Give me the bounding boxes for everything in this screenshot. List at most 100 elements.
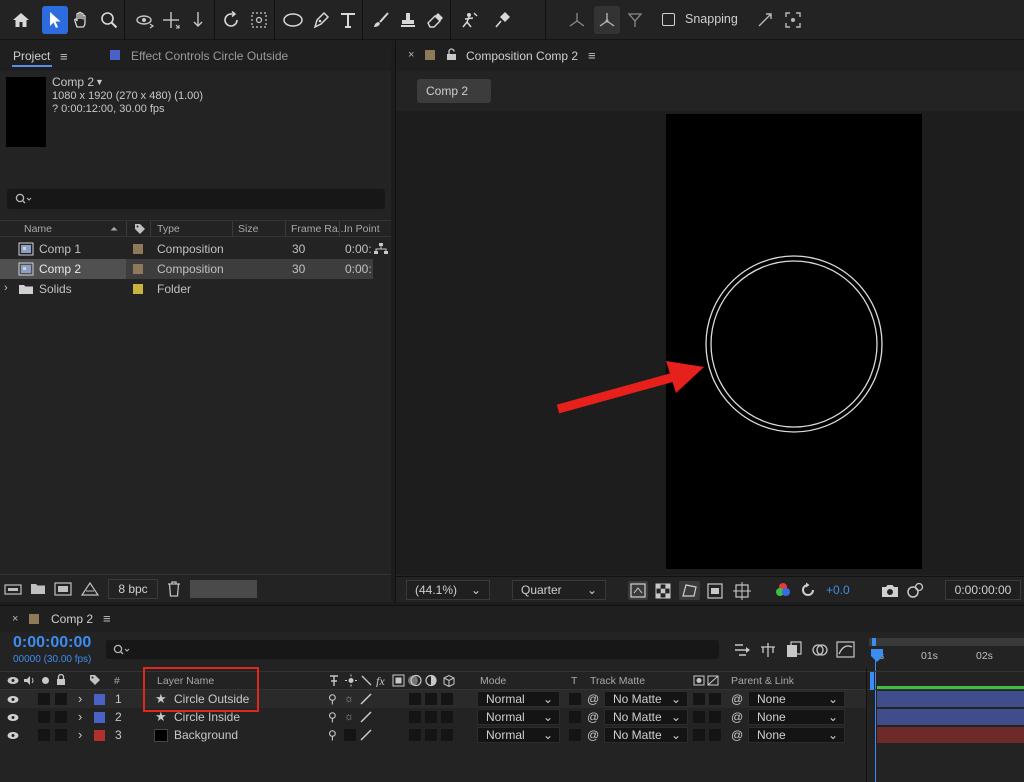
lock-switch[interactable] bbox=[55, 711, 67, 723]
snapshot-camera-icon[interactable] bbox=[881, 583, 899, 598]
lock-switch[interactable] bbox=[55, 729, 67, 741]
dropdown-triangle-icon[interactable]: ▼ bbox=[95, 77, 104, 87]
time-ruler[interactable]: 0s 01s 02s bbox=[869, 636, 1024, 676]
frame-blending-icon[interactable] bbox=[786, 641, 802, 659]
playhead-icon[interactable] bbox=[871, 649, 883, 663]
column-preserve-transparency[interactable]: T bbox=[571, 672, 577, 690]
motion-blur-switch[interactable] bbox=[425, 711, 437, 723]
magnification-dropdown[interactable]: (44.1%) ⌄ bbox=[406, 580, 490, 600]
parent-dropdown[interactable]: None ⌄ bbox=[748, 727, 845, 743]
pan-camera-icon[interactable] bbox=[158, 6, 184, 34]
reset-exposure-icon[interactable] bbox=[800, 582, 816, 598]
new-composition-icon[interactable] bbox=[54, 582, 72, 596]
expand-chevron-icon[interactable]: › bbox=[78, 708, 82, 726]
snap-features-icon[interactable] bbox=[780, 6, 806, 34]
composition-mini-flowchart-icon[interactable] bbox=[734, 642, 752, 658]
project-item-solids[interactable]: › Solids Folder bbox=[0, 279, 373, 299]
column-layer-number[interactable]: # bbox=[114, 672, 120, 690]
unlock-icon[interactable] bbox=[446, 48, 458, 61]
snapping-checkbox[interactable] bbox=[662, 12, 675, 26]
puppet-pin-tool-icon[interactable] bbox=[489, 6, 515, 34]
panel-menu-icon[interactable]: ≡ bbox=[103, 611, 111, 626]
ellipse-tool-icon[interactable] bbox=[280, 6, 306, 34]
layer-name[interactable]: Circle Inside bbox=[174, 708, 240, 726]
trash-icon[interactable] bbox=[167, 581, 181, 597]
pan-behind-tool-icon[interactable] bbox=[246, 6, 272, 34]
label-color-swatch[interactable] bbox=[94, 730, 105, 741]
matte-alpha-switch[interactable] bbox=[693, 729, 705, 741]
brush-tool-icon[interactable] bbox=[368, 6, 394, 34]
matte-invert-switch[interactable] bbox=[709, 693, 721, 705]
adjustment-layer-switch[interactable] bbox=[441, 693, 453, 705]
matte-invert-switch[interactable] bbox=[709, 729, 721, 741]
show-channel-icon[interactable] bbox=[775, 582, 791, 598]
grid-guides-icon[interactable] bbox=[733, 582, 751, 600]
panel-menu-icon[interactable]: ≡ bbox=[60, 49, 68, 64]
track-matte-dropdown[interactable]: No Matte ⌄ bbox=[604, 709, 688, 725]
circle-inside-shape[interactable] bbox=[710, 260, 878, 428]
label-color-swatch[interactable] bbox=[133, 284, 143, 294]
local-axis-mode-icon[interactable] bbox=[564, 6, 590, 34]
timeline-tab[interactable]: Comp 2 bbox=[51, 612, 93, 626]
solo-switch[interactable] bbox=[38, 693, 50, 705]
breadcrumb-comp-2[interactable]: Comp 2 bbox=[417, 79, 491, 103]
adjustment-layer-switch[interactable] bbox=[441, 729, 453, 741]
pick-whip-icon[interactable]: @ bbox=[587, 726, 599, 744]
color-depth-button[interactable]: 8 bpc bbox=[108, 579, 158, 599]
motion-blur-icon[interactable] bbox=[811, 641, 829, 659]
frame-blend-switch[interactable] bbox=[409, 729, 421, 741]
orbit-camera-icon[interactable] bbox=[132, 6, 158, 34]
blend-mode-dropdown[interactable]: Normal ⌄ bbox=[477, 727, 560, 743]
frame-blend-switch[interactable] bbox=[409, 711, 421, 723]
circle-outside-shape[interactable] bbox=[705, 255, 883, 433]
label-color-swatch[interactable] bbox=[133, 244, 143, 254]
timeline-search-input[interactable] bbox=[106, 640, 719, 659]
draft-3d-icon[interactable] bbox=[759, 641, 777, 659]
column-mode[interactable]: Mode bbox=[480, 672, 506, 690]
label-column-icon[interactable] bbox=[134, 223, 146, 235]
close-tab-icon[interactable]: × bbox=[12, 613, 18, 625]
exposure-value[interactable]: +0.0 bbox=[826, 583, 850, 597]
adjustment-layer-switch[interactable] bbox=[441, 711, 453, 723]
lock-switch[interactable] bbox=[55, 693, 67, 705]
parent-dropdown[interactable]: None ⌄ bbox=[748, 691, 845, 707]
label-color-swatch[interactable] bbox=[133, 264, 143, 274]
matte-invert-switch[interactable] bbox=[709, 711, 721, 723]
expand-chevron-icon[interactable]: › bbox=[78, 690, 82, 708]
quality-switch-icon[interactable] bbox=[360, 711, 372, 723]
parent-dropdown[interactable]: None ⌄ bbox=[748, 709, 845, 725]
interpret-footage-icon[interactable] bbox=[4, 583, 22, 595]
work-area-start-handle[interactable] bbox=[872, 638, 876, 646]
preserve-transparency-switch[interactable] bbox=[569, 693, 581, 705]
column-parent-link[interactable]: Parent & Link bbox=[731, 672, 794, 690]
track-matte-dropdown[interactable]: No Matte ⌄ bbox=[604, 691, 688, 707]
shy-switch-icon[interactable]: ⚲ bbox=[328, 708, 337, 726]
quality-switch-icon[interactable] bbox=[360, 729, 372, 741]
flowchart-icon[interactable] bbox=[374, 243, 388, 255]
blend-mode-dropdown[interactable]: Normal ⌄ bbox=[477, 691, 560, 707]
snapping-toggle[interactable]: Snapping bbox=[662, 12, 738, 26]
frame-blend-switch[interactable] bbox=[409, 693, 421, 705]
world-axis-mode-icon[interactable] bbox=[594, 6, 620, 34]
fast-previews-button[interactable] bbox=[628, 581, 648, 600]
region-of-interest-icon[interactable] bbox=[707, 583, 723, 599]
composition-tab[interactable]: Composition Comp 2 bbox=[466, 49, 578, 63]
work-area-bar[interactable] bbox=[869, 638, 1024, 646]
pen-tool-icon[interactable] bbox=[308, 6, 334, 34]
parent-pick-whip-icon[interactable]: @ bbox=[731, 708, 743, 726]
mask-visibility-button[interactable] bbox=[679, 581, 700, 600]
effect-controls-tab[interactable]: Effect Controls Circle Outside bbox=[131, 49, 288, 63]
roto-brush-tool-icon[interactable] bbox=[456, 6, 482, 34]
solo-switch[interactable] bbox=[38, 711, 50, 723]
collapse-switch[interactable] bbox=[344, 729, 356, 741]
eye-icon[interactable] bbox=[7, 713, 19, 722]
parent-pick-whip-icon[interactable]: @ bbox=[731, 690, 743, 708]
quality-switch-icon[interactable] bbox=[360, 693, 372, 705]
motion-blur-switch[interactable] bbox=[425, 729, 437, 741]
project-item-comp-2[interactable]: Comp 2 Composition 30 0:00: bbox=[0, 259, 373, 279]
panel-menu-icon[interactable]: ≡ bbox=[588, 48, 596, 63]
rotation-tool-icon[interactable] bbox=[218, 6, 244, 34]
eye-icon[interactable] bbox=[7, 695, 19, 704]
layer-name[interactable]: Background bbox=[174, 726, 238, 744]
eraser-tool-icon[interactable] bbox=[422, 6, 448, 34]
